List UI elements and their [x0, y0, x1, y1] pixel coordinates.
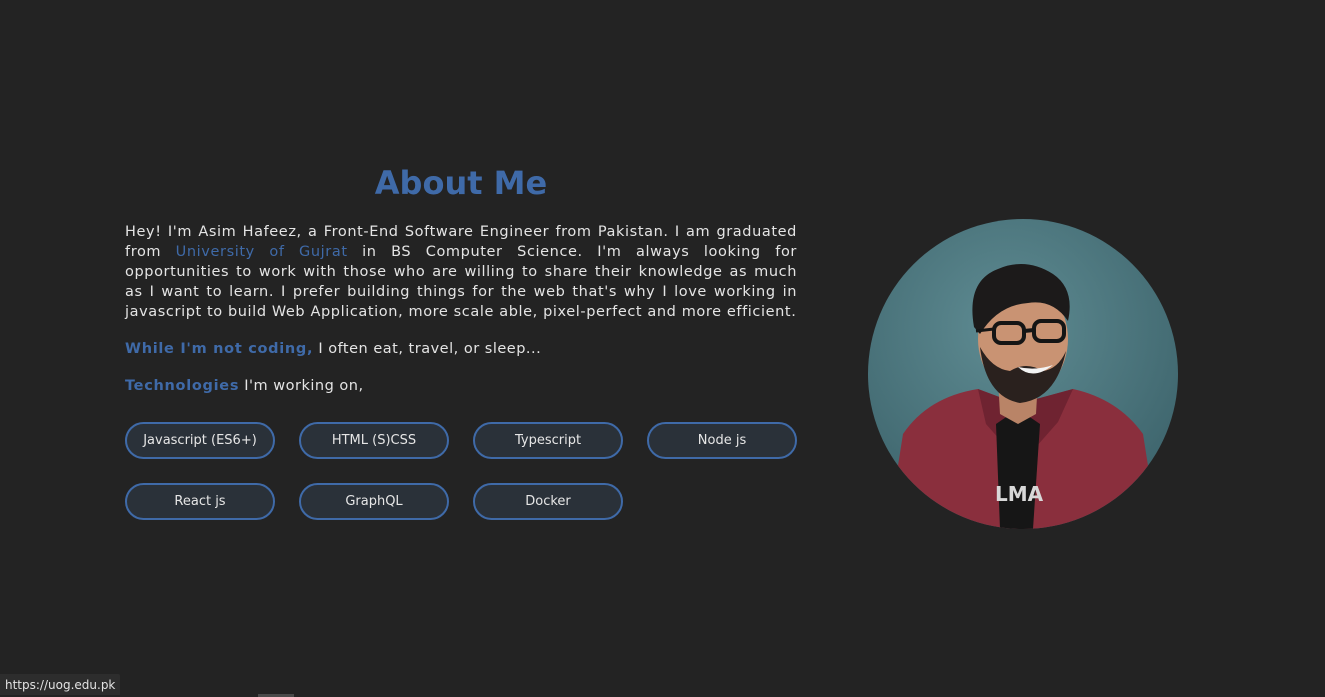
- tech-chip-html-scss[interactable]: HTML (S)CSS: [299, 422, 449, 459]
- tech-chip-docker[interactable]: Docker: [473, 483, 623, 520]
- portrait-illustration: LMA: [868, 219, 1178, 529]
- tech-chip-javascript[interactable]: Javascript (ES6+): [125, 422, 275, 459]
- svg-text:LMA: LMA: [995, 482, 1044, 506]
- technologies-list: Javascript (ES6+) HTML (S)CSS Typescript…: [125, 422, 797, 520]
- tech-chip-nodejs[interactable]: Node js: [647, 422, 797, 459]
- tech-chip-reactjs[interactable]: React js: [125, 483, 275, 520]
- tech-chip-typescript[interactable]: Typescript: [473, 422, 623, 459]
- university-link[interactable]: University of Gujrat: [176, 244, 348, 260]
- about-section: About Me Hey! I'm Asim Hafeez, a Front-E…: [125, 160, 797, 520]
- hobby-highlight: While I'm not coding,: [125, 341, 314, 357]
- tech-chip-graphql[interactable]: GraphQL: [299, 483, 449, 520]
- technologies-highlight: Technologies: [125, 378, 240, 394]
- status-bar-url: https://uog.edu.pk: [0, 674, 121, 695]
- hobby-text: I often eat, travel, or sleep...: [313, 341, 542, 357]
- bio-paragraph: Hey! I'm Asim Hafeez, a Front-End Softwa…: [125, 222, 797, 322]
- page: About Me Hey! I'm Asim Hafeez, a Front-E…: [0, 0, 1325, 697]
- page-title: About Me: [374, 164, 548, 202]
- technologies-text: I'm working on,: [239, 378, 364, 394]
- hobby-line: While I'm not coding, I often eat, trave…: [125, 339, 797, 359]
- technologies-heading: Technologies I'm working on,: [125, 376, 797, 396]
- profile-photo: LMA: [868, 219, 1178, 529]
